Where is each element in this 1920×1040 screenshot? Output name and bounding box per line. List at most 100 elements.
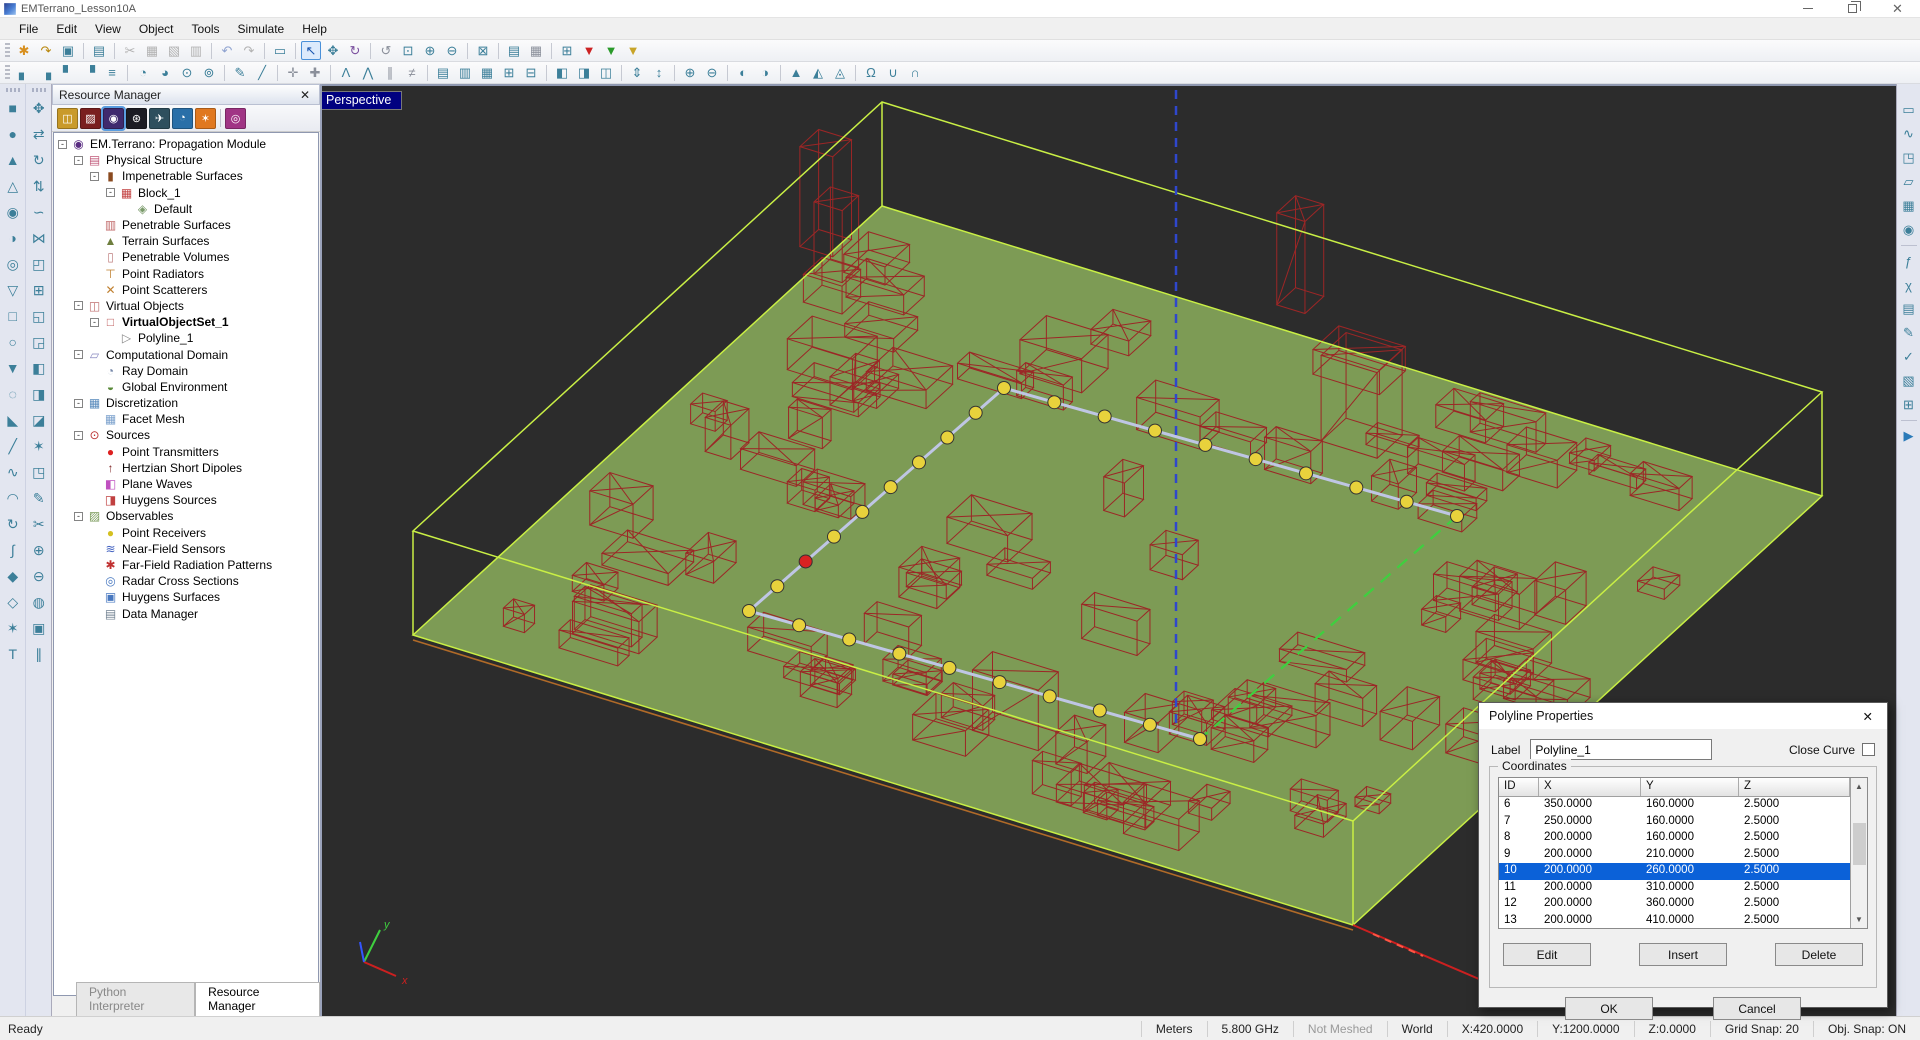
zoom-out-icon[interactable]: ⊖ bbox=[442, 41, 462, 60]
scroll-down-icon[interactable]: ▼ bbox=[1851, 911, 1867, 928]
tree-expander-icon[interactable]: - bbox=[106, 188, 115, 197]
fkey-green-icon[interactable]: ▼ bbox=[601, 41, 621, 60]
tree-item-terrain-surfaces[interactable]: ▲Terrain Surfaces bbox=[54, 233, 318, 249]
tree-item-impenetrable-surfaces[interactable]: -▮Impenetrable Surfaces bbox=[54, 168, 318, 184]
module-sphere-icon[interactable]: ◎ bbox=[225, 108, 246, 129]
waypoint[interactable] bbox=[884, 481, 897, 494]
waypoint[interactable] bbox=[771, 580, 784, 593]
boolean-union-icon[interactable]: ◧ bbox=[552, 63, 572, 82]
fx-functions-icon[interactable]: ƒ bbox=[1898, 249, 1920, 273]
tree-item-computational-domain[interactable]: -▱Computational Domain bbox=[54, 346, 318, 362]
tree-item-ray-domain[interactable]: ◔Ray Domain bbox=[54, 363, 318, 379]
half-space-icon[interactable]: ◐ bbox=[733, 63, 753, 82]
tree-item-penetrable-surfaces[interactable]: ▥Penetrable Surfaces bbox=[54, 217, 318, 233]
face-snap-icon[interactable]: ▝ bbox=[80, 63, 100, 82]
tree-expander-icon[interactable]: - bbox=[74, 431, 83, 440]
prism-icon[interactable]: ▲ bbox=[786, 63, 806, 82]
hide-object-icon[interactable]: ◔ bbox=[133, 63, 153, 82]
torus-tool-icon[interactable]: ◎ bbox=[1, 251, 25, 277]
waypoint[interactable] bbox=[793, 619, 806, 632]
edit-nodes-icon[interactable]: ✎ bbox=[27, 485, 51, 511]
tree-expander-icon[interactable]: - bbox=[74, 399, 83, 408]
distribute-tool-icon[interactable]: ◲ bbox=[27, 329, 51, 355]
tree-item-virtual-objects[interactable]: -◫Virtual Objects bbox=[54, 298, 318, 314]
tree-item-penetrable-volumes[interactable]: ▯Penetrable Volumes bbox=[54, 249, 318, 265]
pan-icon[interactable]: ✥ bbox=[323, 41, 343, 60]
mirror-icon[interactable]: ◑ bbox=[755, 63, 775, 82]
dimension-icon[interactable]: ≠ bbox=[402, 63, 422, 82]
coordinate-row-8[interactable]: 8200.0000160.00002.5000 bbox=[1499, 830, 1850, 847]
edit-script-icon[interactable]: ✎ bbox=[1898, 321, 1920, 345]
cross-marker-icon[interactable]: ✛ bbox=[283, 63, 303, 82]
move-tool-icon[interactable]: ✥ bbox=[27, 95, 51, 121]
right-triangle-tool-icon[interactable]: ◣ bbox=[1, 407, 25, 433]
scale-up-icon[interactable]: ⊕ bbox=[680, 63, 700, 82]
dialog-close-icon[interactable]: ✕ bbox=[1859, 709, 1877, 724]
waypoint[interactable] bbox=[743, 605, 756, 618]
grid-array-icon[interactable]: ⊞ bbox=[27, 277, 51, 303]
subtract-tool-icon[interactable]: ◨ bbox=[27, 381, 51, 407]
paste-icon[interactable]: ▧ bbox=[164, 41, 184, 60]
mesh-hide-icon[interactable]: ⊟ bbox=[521, 63, 541, 82]
edge-snap-icon[interactable]: ▗ bbox=[36, 63, 56, 82]
move-vertical-icon[interactable]: ⇕ bbox=[627, 63, 647, 82]
section-tool-icon[interactable]: ◳ bbox=[27, 459, 51, 485]
waypoint[interactable] bbox=[1048, 396, 1061, 409]
explode-tool-icon[interactable]: ✶ bbox=[27, 433, 51, 459]
scroll-up-icon[interactable]: ▲ bbox=[1851, 778, 1867, 795]
image-export-icon[interactable]: ▧ bbox=[1898, 369, 1920, 393]
ellipse-tool-icon[interactable]: ◌ bbox=[1, 381, 25, 407]
data-inspect-icon[interactable]: ◉ bbox=[1898, 218, 1920, 242]
domain-box-icon[interactable]: ▱ bbox=[1898, 170, 1920, 194]
minimize-button[interactable] bbox=[1785, 0, 1830, 17]
menu-item-file[interactable]: File bbox=[10, 20, 47, 38]
module-empicasso-icon[interactable]: ◔ bbox=[172, 108, 193, 129]
undo-icon[interactable]: ↶ bbox=[217, 41, 237, 60]
array-grid-icon[interactable]: ▦ bbox=[477, 63, 497, 82]
tree-expander-icon[interactable]: - bbox=[74, 512, 83, 521]
isolate-object-icon[interactable]: ⊚ bbox=[199, 63, 219, 82]
validate-icon[interactable]: ✓ bbox=[1898, 345, 1920, 369]
cancel-button[interactable]: Cancel bbox=[1713, 997, 1801, 1020]
edit-button[interactable]: Edit bbox=[1503, 943, 1591, 966]
waypoint[interactable] bbox=[941, 431, 954, 444]
tree-item-point-transmitters[interactable]: ●Point Transmitters bbox=[54, 444, 318, 460]
tree-expander-icon[interactable]: - bbox=[74, 301, 83, 310]
waypoint[interactable] bbox=[1249, 453, 1262, 466]
loft-icon[interactable]: ◬ bbox=[830, 63, 850, 82]
column-header-z[interactable]: Z bbox=[1739, 778, 1850, 796]
tree-item-discretization[interactable]: -▦Discretization bbox=[54, 395, 318, 411]
pyramid-tool-icon[interactable]: △ bbox=[1, 173, 25, 199]
table-scrollbar[interactable]: ▲ ▼ bbox=[1850, 778, 1867, 928]
new-project-icon[interactable]: ✱ bbox=[14, 41, 34, 60]
tree-item-block-1[interactable]: -▦Block_1 bbox=[54, 185, 318, 201]
array-tool-icon[interactable]: ◰ bbox=[27, 251, 51, 277]
sphere-tool-icon[interactable]: ◉ bbox=[1, 199, 25, 225]
menu-item-view[interactable]: View bbox=[86, 20, 130, 38]
line-draw-icon[interactable]: ╱ bbox=[252, 63, 272, 82]
valley-icon[interactable]: ⋀ bbox=[358, 63, 378, 82]
teardrop-tool-icon[interactable]: ▼ bbox=[1, 355, 25, 381]
tree-expander-icon[interactable]: - bbox=[74, 350, 83, 359]
align-left-icon[interactable]: ≡ bbox=[102, 63, 122, 82]
waypoint[interactable] bbox=[828, 530, 841, 543]
coordinates-table[interactable]: IDXYZ 6350.0000160.00002.50007250.000016… bbox=[1498, 777, 1868, 929]
arc-tool-icon[interactable]: ◠ bbox=[1, 485, 25, 511]
tree-item-sources[interactable]: -⊙Sources bbox=[54, 427, 318, 443]
tree-expander-icon[interactable]: - bbox=[74, 156, 83, 165]
tree-item-virtualobjectset-1[interactable]: -□VirtualObjectSet_1 bbox=[54, 314, 318, 330]
new-window-icon[interactable]: ▭ bbox=[270, 41, 290, 60]
tree-item-radar-cross-sections[interactable]: ◎Radar Cross Sections bbox=[54, 573, 318, 589]
move-free-icon[interactable]: ↕ bbox=[649, 63, 669, 82]
wedge-icon[interactable]: ◭ bbox=[808, 63, 828, 82]
script-icon[interactable]: ▤ bbox=[1898, 297, 1920, 321]
waypoint[interactable] bbox=[1199, 438, 1212, 451]
dialog-titlebar[interactable]: Polyline Properties ✕ bbox=[1479, 703, 1887, 729]
tree-item-em-terrano-propagation-module[interactable]: -◉EM.Terrano: Propagation Module bbox=[54, 136, 318, 152]
helix-tool-icon[interactable]: ↻ bbox=[1, 511, 25, 537]
variables-icon[interactable]: χ bbox=[1898, 273, 1920, 297]
tree-item-point-scatterers[interactable]: ✕Point Scatterers bbox=[54, 282, 318, 298]
close-curve-checkbox[interactable] bbox=[1862, 743, 1875, 756]
array-col-icon[interactable]: ▥ bbox=[455, 63, 475, 82]
rotate-copy-icon[interactable]: ↻ bbox=[27, 147, 51, 173]
